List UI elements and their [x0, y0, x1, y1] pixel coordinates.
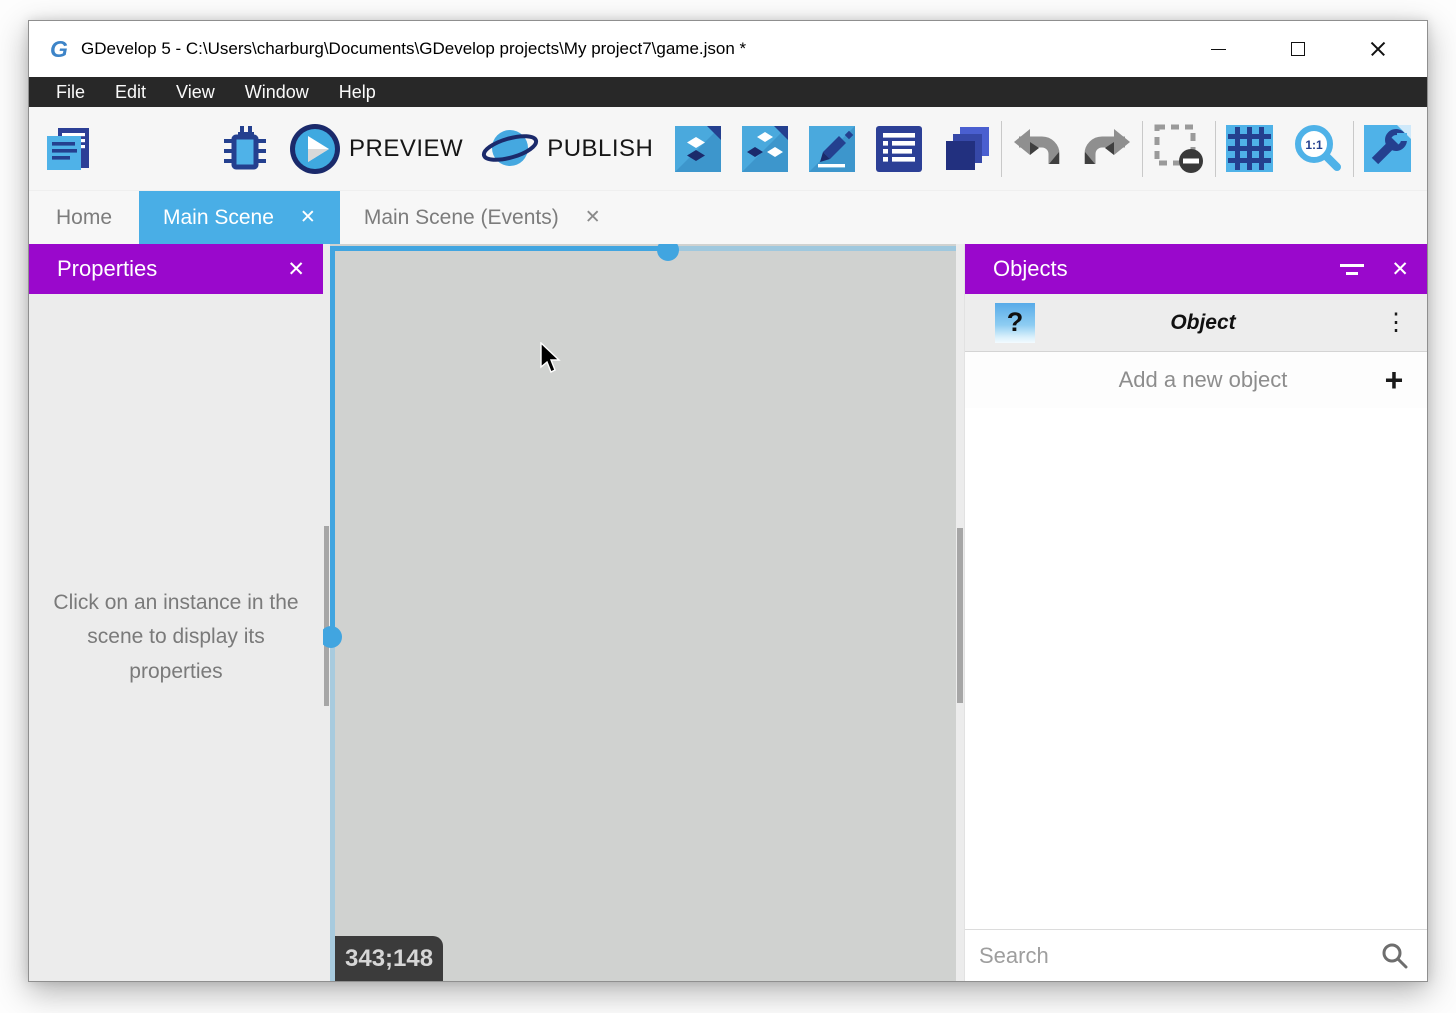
layer-stack-button[interactable]	[943, 125, 991, 173]
undo-button[interactable]	[1012, 127, 1064, 171]
add-object-row[interactable]: Add a new object +	[965, 352, 1427, 408]
game-window-border-left	[330, 246, 335, 637]
objects-panel-title: Objects	[993, 256, 1339, 282]
minimize-button[interactable]	[1187, 21, 1249, 77]
close-button[interactable]	[1347, 21, 1409, 77]
preview-label: PREVIEW	[349, 135, 463, 163]
properties-empty-message: Click on an instance in the scene to dis…	[50, 586, 302, 690]
preview-play-icon	[289, 123, 341, 175]
title-bar: G GDevelop 5 - C:\Users\charburg\Documen…	[29, 21, 1427, 77]
objects-list-empty-area	[965, 408, 1427, 929]
zoom-one-to-one-icon: 1:1	[1293, 124, 1343, 174]
game-window-border-left-faded	[330, 637, 335, 981]
gdevelop-logo-icon: G	[45, 36, 73, 63]
canvas-left-scrollbar-thumb[interactable]	[324, 526, 329, 706]
project-manager-icon	[43, 124, 93, 174]
properties-panel-body: Click on an instance in the scene to dis…	[29, 294, 323, 981]
menu-file[interactable]: File	[41, 77, 100, 107]
objects-search-input[interactable]	[979, 943, 1379, 969]
scene-canvas[interactable]: 343;148	[323, 244, 964, 981]
scene-settings-button[interactable]	[1364, 125, 1411, 172]
instances-list-icon	[742, 126, 788, 172]
tab-home[interactable]: Home	[29, 191, 139, 244]
menu-bar: File Edit View Window Help	[29, 77, 1427, 107]
toolbar-separator	[1001, 121, 1002, 177]
add-object-label: Add a new object	[995, 367, 1377, 393]
toggle-grid-icon	[1226, 125, 1273, 172]
add-object-button[interactable]	[675, 126, 721, 172]
properties-close-icon[interactable]: ✕	[287, 257, 305, 282]
redo-button[interactable]	[1080, 127, 1132, 171]
game-window-border-top	[330, 246, 668, 251]
preview-button[interactable]: PREVIEW	[289, 123, 473, 175]
objects-panel: Objects ✕ ? Object ⋮ Add a new object +	[964, 244, 1427, 981]
tab-main-scene-events[interactable]: Main Scene (Events) ✕	[340, 191, 625, 244]
menu-help[interactable]: Help	[324, 77, 391, 107]
toolbar-separator	[1215, 121, 1216, 177]
tab-main-scene[interactable]: Main Scene ✕	[139, 191, 340, 244]
cursor-coordinates-tooltip: 343;148	[335, 936, 443, 981]
open-layers-button[interactable]	[876, 126, 922, 172]
redo-icon	[1080, 127, 1132, 171]
object-question-icon: ?	[995, 303, 1035, 343]
menu-edit[interactable]: Edit	[100, 77, 161, 107]
tab-bar: Home Main Scene ✕ Main Scene (Events) ✕	[29, 191, 1427, 244]
plus-icon[interactable]: +	[1377, 364, 1411, 396]
publish-button[interactable]: PUBLISH	[481, 124, 663, 174]
maximize-button[interactable]	[1267, 21, 1329, 77]
close-icon	[1370, 41, 1386, 57]
window-title: GDevelop 5 - C:\Users\charburg\Documents…	[81, 39, 1187, 59]
toggle-grid-button[interactable]	[1226, 125, 1273, 172]
toggle-window-mask-button[interactable]	[1153, 123, 1205, 175]
window-controls	[1187, 21, 1427, 77]
toggle-mask-icon	[1153, 123, 1205, 175]
edit-scene-properties-button[interactable]	[809, 126, 855, 172]
publish-label: PUBLISH	[547, 135, 653, 163]
tab-label: Main Scene	[163, 206, 274, 230]
settings-wrench-icon	[1364, 125, 1411, 172]
debugger-button[interactable]	[221, 124, 269, 174]
zoom-reset-button[interactable]: 1:1	[1293, 124, 1343, 174]
publish-globe-icon	[481, 124, 539, 174]
objects-search-bar	[965, 929, 1427, 981]
object-name: Object	[1035, 311, 1381, 335]
mouse-cursor	[539, 342, 563, 381]
tab-close-icon[interactable]: ✕	[585, 206, 601, 229]
layer-stack-icon	[943, 125, 991, 173]
debugger-bug-icon	[221, 124, 269, 174]
maximize-icon	[1291, 42, 1305, 56]
objects-panel-header: Objects ✕	[965, 244, 1427, 294]
game-window-border-top-faded	[668, 246, 956, 251]
instances-button[interactable]	[742, 126, 788, 172]
new-object-icon	[675, 126, 721, 172]
properties-panel-title: Properties	[57, 256, 261, 282]
menu-window[interactable]: Window	[230, 77, 324, 107]
toolbar: PREVIEW PUBLISH	[29, 107, 1427, 191]
object-menu-icon[interactable]: ⋮	[1381, 308, 1411, 337]
edit-properties-icon	[809, 126, 855, 172]
svg-text:1:1: 1:1	[1306, 138, 1324, 152]
properties-panel: Properties ✕ Click on an instance in the…	[29, 244, 323, 981]
project-manager-button[interactable]	[43, 124, 93, 174]
canvas-right-scrollbar-thumb[interactable]	[957, 528, 963, 703]
tab-label: Home	[56, 206, 112, 230]
object-list-item[interactable]: ? Object ⋮	[965, 294, 1427, 352]
tab-close-icon[interactable]: ✕	[300, 206, 316, 229]
properties-panel-header: Properties ✕	[29, 244, 323, 294]
minimize-icon	[1211, 49, 1226, 50]
toolbar-separator	[1142, 121, 1143, 177]
objects-filter-icon[interactable]	[1339, 260, 1365, 278]
gdevelop-window: G GDevelop 5 - C:\Users\charburg\Documen…	[28, 20, 1428, 982]
main-content: Properties ✕ Click on an instance in the…	[29, 244, 1427, 981]
game-window-top-handle[interactable]	[657, 244, 679, 261]
toolbar-separator	[1353, 121, 1354, 177]
search-icon[interactable]	[1379, 941, 1409, 971]
game-window-left-handle[interactable]	[323, 626, 342, 648]
undo-icon	[1012, 127, 1064, 171]
layers-list-icon	[876, 126, 922, 172]
tab-label: Main Scene (Events)	[364, 206, 559, 230]
menu-view[interactable]: View	[161, 77, 230, 107]
objects-close-icon[interactable]: ✕	[1391, 257, 1409, 282]
